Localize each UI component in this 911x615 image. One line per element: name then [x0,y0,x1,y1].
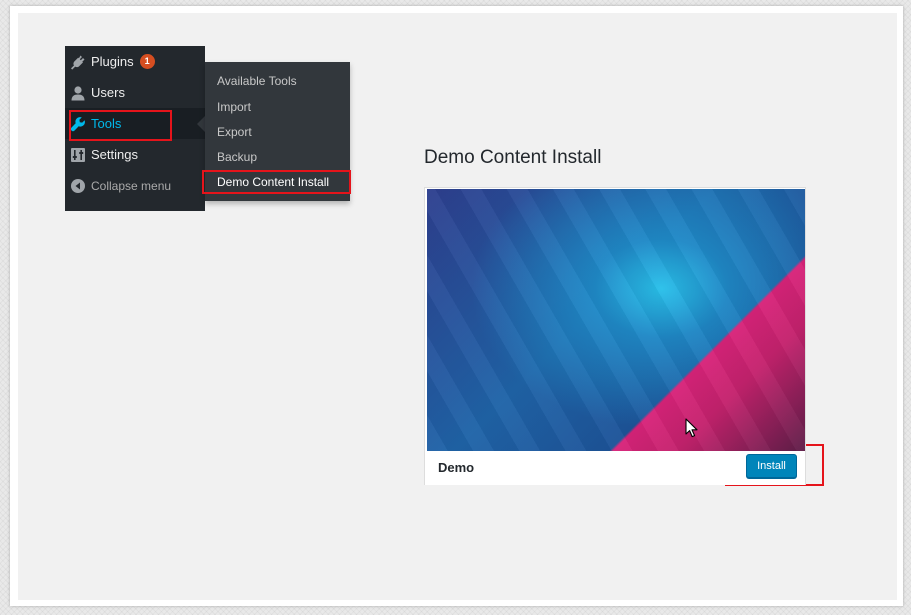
update-count-badge: 1 [139,54,155,69]
sidebar-item-label: Plugins [91,54,134,69]
demo-card-footer: Demo Install [425,452,805,485]
sidebar-item-label: Tools [91,116,122,131]
submenu-item-available-tools[interactable]: Available Tools [217,74,297,88]
sidebar-item-label: Settings [91,147,138,162]
admin-sidebar: Plugins 1 Users Tools Settings Collapse … [65,46,205,211]
collapse-menu-button[interactable]: Collapse menu [65,170,205,201]
mouse-cursor-icon [685,418,698,438]
submenu-item-import[interactable]: Import [217,100,251,114]
page-title: Demo Content Install [424,147,602,168]
collapse-icon [65,170,91,201]
demo-card: Demo Install [424,187,806,485]
sidebar-item-tools[interactable]: Tools [65,108,205,139]
current-menu-arrow [197,116,205,132]
plug-icon [65,46,91,77]
demo-name: Demo [438,460,475,475]
sidebar-item-plugins[interactable]: Plugins 1 [65,46,205,77]
settings-icon [65,139,91,170]
submenu-item-export[interactable]: Export [217,125,252,139]
sidebar-item-label: Users [91,85,125,100]
wrench-icon [65,108,91,139]
tools-submenu: Available Tools Import Export Backup Dem… [205,62,350,201]
demo-preview-image [427,189,805,451]
submenu-item-backup[interactable]: Backup [217,150,257,164]
sidebar-item-settings[interactable]: Settings [65,139,205,170]
sidebar-item-users[interactable]: Users [65,77,205,108]
submenu-item-demo-content-install[interactable]: Demo Content Install [217,175,329,189]
install-button[interactable]: Install [746,454,797,478]
sidebar-item-label: Collapse menu [91,178,172,193]
user-icon [65,77,91,108]
